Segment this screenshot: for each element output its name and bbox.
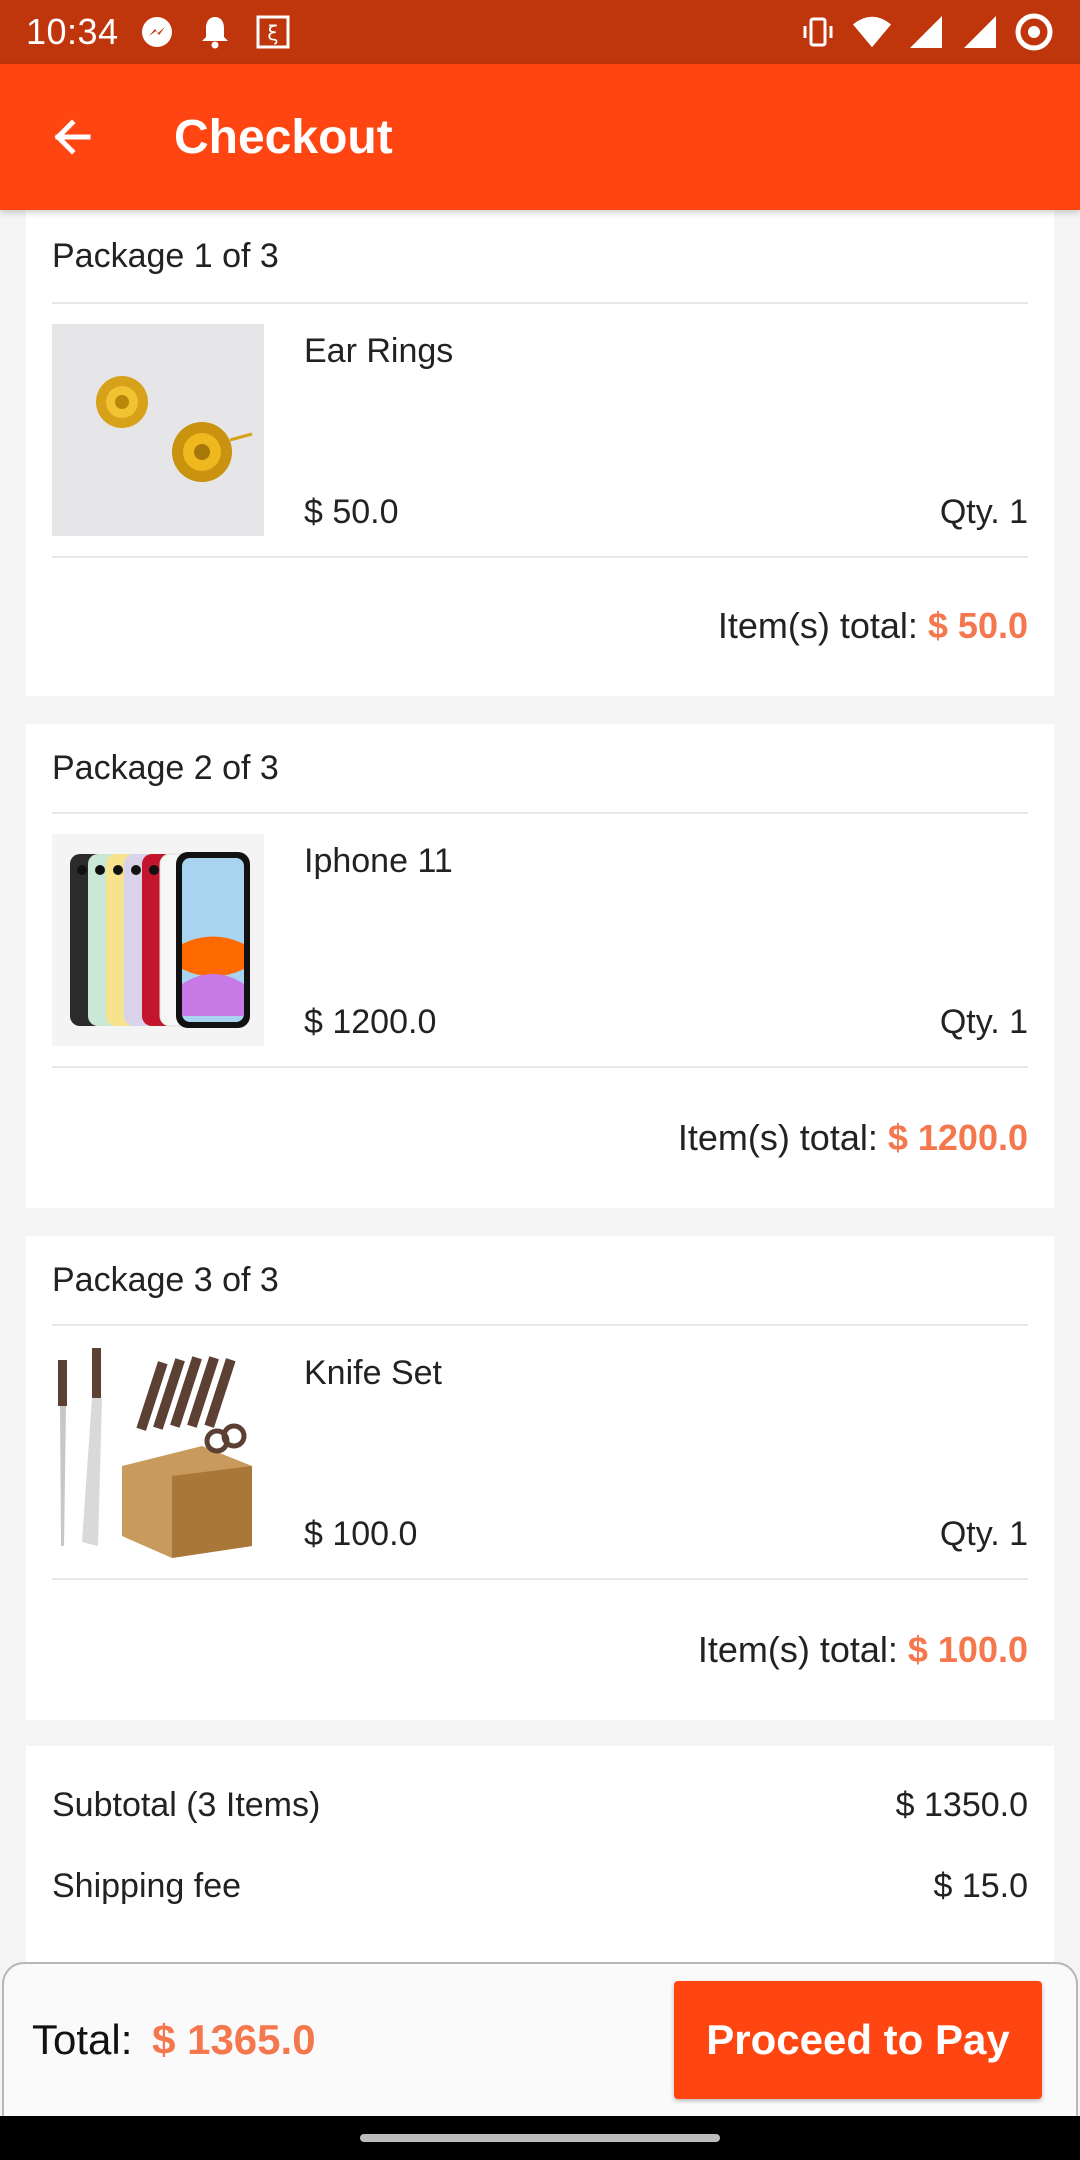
subtotal-value: $ 1350.0 (895, 1786, 1028, 1824)
home-gesture-handle[interactable] (360, 2134, 720, 2142)
package-total-label: Item(s) total: (677, 1117, 878, 1158)
page-title: Checkout (174, 110, 393, 164)
status-bar: 10:34 ξ (0, 0, 1080, 64)
package-total-value: $ 100.0 (907, 1629, 1028, 1670)
package-header: Package 2 of 3 (52, 724, 1028, 814)
package-card: Package 1 of 3 Ear Rings $ 50.0 Qty. 1 I… (26, 210, 1054, 696)
subtotal-label: Subtotal (3 Items) (52, 1786, 321, 1824)
vibrate-icon (798, 12, 838, 52)
back-button[interactable] (24, 89, 120, 185)
status-time: 10:34 (26, 11, 119, 52)
package-total: Item(s) total: $ 50.0 (52, 558, 1028, 694)
product-qty: Qty. 1 (939, 1515, 1028, 1553)
product-name: Ear Rings (304, 332, 454, 370)
product-qty: Qty. 1 (939, 493, 1028, 531)
package-header: Package 3 of 3 (52, 1236, 1028, 1326)
product-price: $ 100.0 (304, 1515, 418, 1553)
subtotal-row: Subtotal (3 Items) $ 1350.0 (52, 1746, 1028, 1825)
svg-text:ξ: ξ (267, 21, 278, 45)
package-card: Package 2 of 3 Iphone 11 $ 1200.0 Qty. 1… (26, 724, 1054, 1208)
package-total: Item(s) total: $ 100.0 (52, 1580, 1028, 1720)
arrow-back-icon (54, 119, 91, 155)
signal-icon (960, 12, 1000, 52)
target-icon (1014, 12, 1054, 52)
product-image (52, 324, 264, 536)
proceed-to-pay-button[interactable]: Proceed to Pay (674, 1981, 1042, 2099)
product-price: $ 50.0 (304, 493, 399, 531)
package-total: Item(s) total: $ 1200.0 (52, 1068, 1028, 1208)
package-total-value: $ 1200.0 (887, 1117, 1028, 1158)
signal-icon (906, 12, 946, 52)
order-summary: Subtotal (3 Items) $ 1350.0 Shipping fee… (26, 1746, 1054, 1966)
list-item[interactable]: Knife Set $ 100.0 Qty. 1 (52, 1326, 1028, 1580)
system-nav-bar (0, 2116, 1080, 2160)
package-header: Package 1 of 3 (52, 210, 1028, 304)
wifi-icon (852, 12, 892, 52)
checkout-bar: Total: $ 1365.0 Proceed to Pay (2, 1962, 1078, 2116)
package-total-label: Item(s) total: (697, 1629, 898, 1670)
shipping-label: Shipping fee (52, 1867, 242, 1905)
notification-bell-icon (195, 12, 235, 52)
grand-total-value: $ 1365.0 (152, 2016, 316, 2063)
product-image (52, 1346, 264, 1558)
grand-total: Total: $ 1365.0 (32, 2016, 316, 2064)
product-name: Knife Set (304, 1354, 442, 1392)
messenger-icon (137, 12, 177, 52)
list-item[interactable]: Ear Rings $ 50.0 Qty. 1 (52, 304, 1028, 558)
app-icon: ξ (253, 12, 293, 52)
product-price: $ 1200.0 (304, 1003, 437, 1041)
package-total-label: Item(s) total: (717, 605, 918, 646)
app-bar: Checkout (0, 64, 1080, 210)
product-name: Iphone 11 (304, 842, 453, 880)
grand-total-label: Total: (32, 2016, 133, 2063)
shipping-value: $ 15.0 (933, 1867, 1028, 1905)
package-card: Package 3 of 3 Knife Set $ 100.0 Qty. 1 … (26, 1236, 1054, 1720)
product-image (52, 834, 264, 1046)
product-qty: Qty. 1 (939, 1003, 1028, 1041)
list-item[interactable]: Iphone 11 $ 1200.0 Qty. 1 (52, 814, 1028, 1068)
shipping-row: Shipping fee $ 15.0 (52, 1825, 1028, 1906)
package-total-value: $ 50.0 (927, 605, 1028, 646)
